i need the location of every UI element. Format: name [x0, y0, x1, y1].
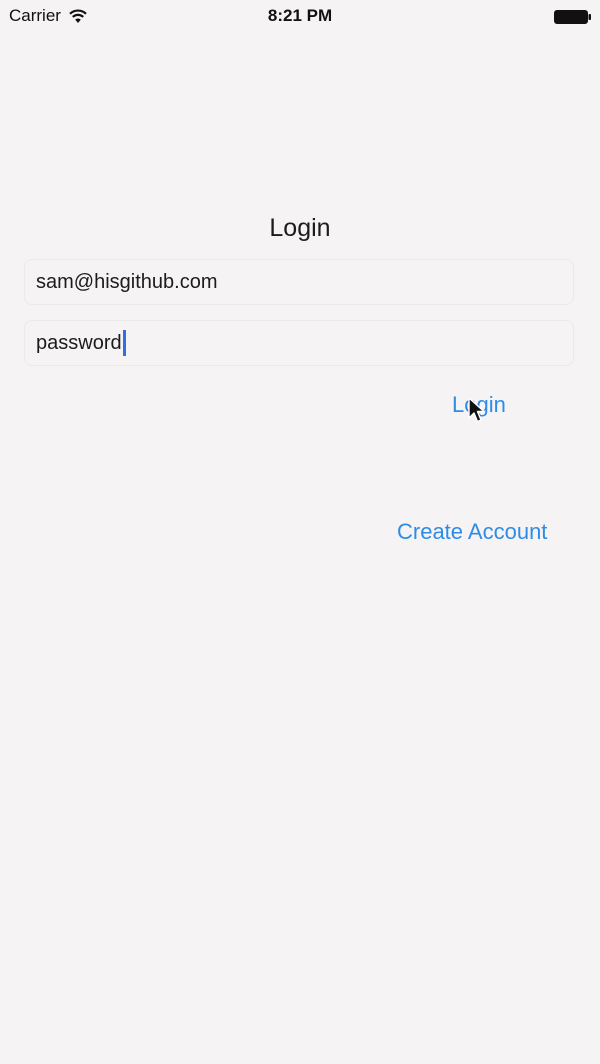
status-bar: Carrier 8:21 PM: [0, 0, 600, 34]
create-account-button[interactable]: Create Account: [397, 519, 547, 545]
email-field[interactable]: sam@hisgithub.com: [24, 259, 574, 305]
mouse-cursor-icon: [468, 397, 485, 423]
battery-icon: [554, 10, 591, 24]
text-caret: [122, 330, 126, 356]
login-title: Login: [269, 214, 331, 242]
email-value: sam@hisgithub.com: [36, 270, 218, 293]
password-field[interactable]: password: [24, 320, 574, 366]
clock: 8:21 PM: [267, 6, 333, 25]
password-value: password: [36, 331, 122, 354]
